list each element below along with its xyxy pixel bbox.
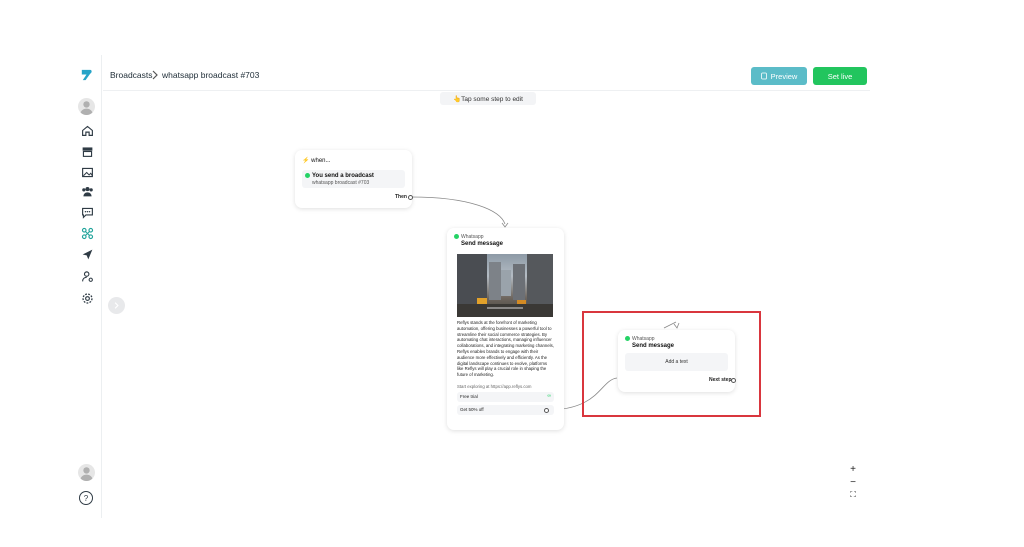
button-label: Get 50% off bbox=[460, 407, 484, 412]
chat-icon[interactable] bbox=[80, 205, 94, 219]
trigger-event-subtitle: whatsapp broadcast #703 bbox=[312, 180, 370, 186]
message-link[interactable]: Start exploring at https://app.reflys.co… bbox=[457, 384, 554, 390]
set-live-button[interactable]: Set live bbox=[813, 67, 867, 85]
quick-reply-button[interactable]: Free trial ∞ bbox=[457, 392, 554, 402]
help-icon[interactable]: ? bbox=[79, 491, 93, 505]
link-icon: ∞ bbox=[547, 393, 551, 399]
image-icon[interactable] bbox=[80, 165, 94, 179]
preview-button[interactable]: Preview bbox=[751, 67, 807, 85]
app-logo[interactable] bbox=[79, 67, 94, 82]
quick-reply-button[interactable]: Get 50% off bbox=[457, 405, 554, 415]
whatsapp-icon bbox=[305, 173, 310, 178]
trigger-event-title-row: You send a broadcast bbox=[305, 173, 374, 179]
button-label: Free trial bbox=[460, 394, 478, 399]
sidebar-expand-button[interactable] bbox=[108, 297, 125, 314]
trigger-event-title: You send a broadcast bbox=[312, 173, 374, 180]
bolt-icon: ⚡ bbox=[302, 158, 310, 164]
then-label: Then bbox=[395, 194, 407, 200]
page-title: whatsapp broadcast #703 bbox=[162, 70, 260, 80]
zoom-out-button[interactable]: − bbox=[846, 476, 860, 488]
trigger-node[interactable]: ⚡ when... You send a broadcast whatsapp … bbox=[295, 150, 413, 208]
trigger-header: ⚡ when... bbox=[302, 157, 331, 164]
zoom-in-button[interactable]: + bbox=[846, 463, 860, 475]
selection-highlight bbox=[582, 311, 761, 417]
home-icon[interactable] bbox=[80, 123, 94, 137]
trigger-event[interactable]: You send a broadcast whatsapp broadcast … bbox=[302, 170, 405, 188]
trigger-header-label: when... bbox=[311, 158, 331, 164]
edit-hint: 👆Tap some step to edit bbox=[440, 92, 536, 105]
sidebar: ? bbox=[72, 55, 102, 518]
header-divider bbox=[103, 90, 870, 91]
message-channel: Whatsapp bbox=[461, 234, 484, 240]
breadcrumb-root[interactable]: Broadcasts bbox=[110, 70, 153, 80]
fit-view-button[interactable]: ⛶ bbox=[846, 489, 860, 501]
message-title: Send message bbox=[461, 241, 504, 247]
chevron-right-icon bbox=[152, 70, 158, 80]
button-port[interactable] bbox=[544, 408, 549, 413]
users-icon[interactable] bbox=[80, 184, 94, 198]
message-image[interactable] bbox=[457, 254, 553, 317]
gear-icon[interactable] bbox=[80, 291, 94, 305]
message-body: Reflys stands at the forefront of market… bbox=[457, 320, 554, 378]
whatsapp-icon bbox=[454, 234, 459, 240]
set-live-label: Set live bbox=[827, 71, 853, 81]
bottom-avatar[interactable] bbox=[78, 464, 95, 481]
message-node[interactable]: Whatsapp Send message Reflys stands at t… bbox=[447, 228, 564, 430]
user-settings-icon[interactable] bbox=[80, 269, 94, 283]
phone-icon bbox=[760, 72, 767, 80]
store-icon[interactable] bbox=[80, 144, 94, 158]
avatar[interactable] bbox=[78, 98, 95, 115]
preview-label: Preview bbox=[770, 71, 798, 81]
message-channel-row: Whatsapp bbox=[454, 234, 484, 240]
then-port[interactable] bbox=[408, 195, 413, 200]
send-icon[interactable] bbox=[80, 247, 94, 261]
flow-icon[interactable] bbox=[80, 226, 94, 240]
chevron-right-icon bbox=[114, 302, 119, 309]
